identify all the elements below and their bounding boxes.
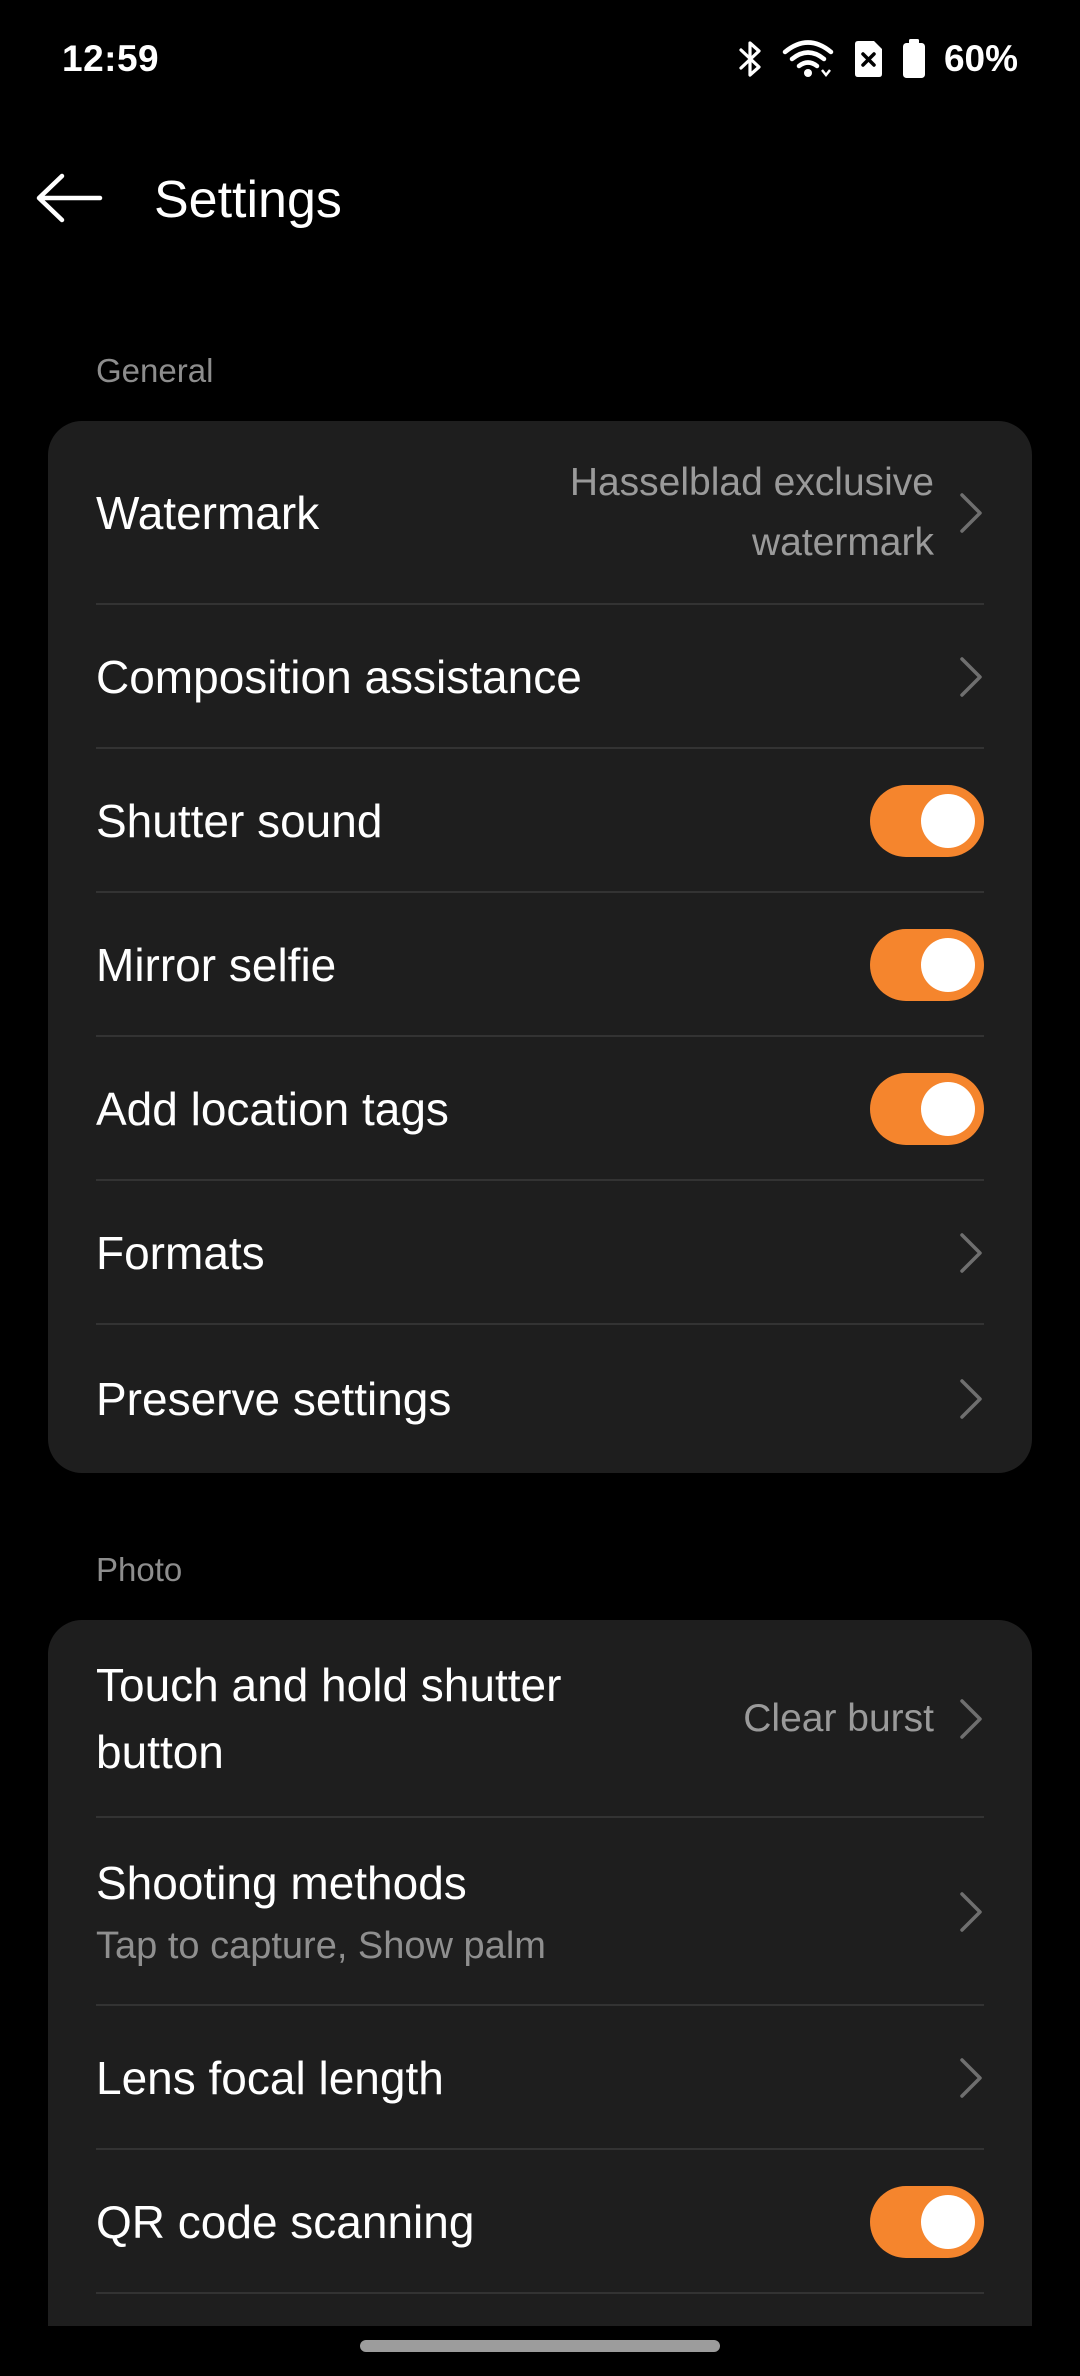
chevron-right-icon	[958, 1697, 984, 1741]
photo-settings-card: Touch and hold shutter button Clear burs…	[48, 1620, 1032, 2326]
setting-title: Touch and hold shutter button	[96, 1659, 562, 1778]
setting-watermark[interactable]: Watermark Hasselblad exclusive watermark	[48, 421, 1032, 605]
status-bar: 12:59 60%	[0, 0, 1080, 118]
toggle-knob	[921, 1082, 975, 1136]
setting-value: Clear burst	[743, 1696, 934, 1740]
mirror-selfie-toggle[interactable]	[870, 929, 984, 1001]
page-title: Settings	[154, 171, 342, 229]
chevron-right-icon	[958, 655, 984, 699]
toggle-knob	[921, 794, 975, 848]
setting-value: Hasselblad exclusive watermark	[569, 460, 934, 564]
setting-title: Preserve settings	[96, 1372, 452, 1425]
wifi-icon	[782, 39, 834, 79]
status-icons: 60%	[738, 38, 1018, 80]
general-settings-card: Watermark Hasselblad exclusive watermark…	[48, 421, 1032, 1473]
setting-title: Mirror selfie	[96, 938, 337, 991]
setting-title: Shutter sound	[96, 794, 383, 847]
setting-formats[interactable]: Formats	[48, 1181, 1032, 1325]
back-button[interactable]	[34, 150, 154, 250]
setting-title: QR code scanning	[96, 2195, 475, 2248]
setting-lens-focal-length[interactable]: Lens focal length	[48, 2006, 1032, 2150]
qr-scanning-toggle[interactable]	[870, 2186, 984, 2258]
status-time: 12:59	[62, 38, 160, 79]
toggle-knob	[921, 2195, 975, 2249]
section-label-general: General	[96, 352, 214, 389]
chevron-right-icon	[958, 1890, 984, 1934]
battery-icon	[902, 39, 926, 79]
setting-title: Composition assistance	[96, 650, 582, 703]
location-tags-toggle[interactable]	[870, 1073, 984, 1145]
setting-title: Watermark	[96, 486, 320, 539]
battery-percentage: 60%	[943, 38, 1018, 79]
chevron-right-icon	[958, 1231, 984, 1275]
camera-settings-screen: 12:59 60% Settings General Watermark Has…	[0, 0, 1080, 2376]
setting-shooting-methods[interactable]: Shooting methods Tap to capture, Show pa…	[48, 1818, 1032, 2006]
setting-qr-code-scanning: QR code scanning	[48, 2150, 1032, 2294]
arrow-left-icon	[34, 170, 104, 231]
setting-title: Formats	[96, 1226, 265, 1279]
setting-shutter-sound: Shutter sound	[48, 749, 1032, 893]
app-bar: Settings	[0, 150, 1080, 250]
setting-title: Add location tags	[96, 1082, 449, 1135]
bluetooth-icon	[738, 39, 764, 79]
section-label-photo: Photo	[96, 1551, 183, 1588]
toggle-knob	[921, 938, 975, 992]
setting-composition-assistance[interactable]: Composition assistance	[48, 605, 1032, 749]
chevron-right-icon	[958, 491, 984, 535]
setting-title: Lens focal length	[96, 2051, 444, 2104]
setting-subtitle: Tap to capture, Show palm	[96, 1924, 546, 1967]
setting-touch-hold-shutter[interactable]: Touch and hold shutter button Clear burs…	[48, 1620, 1032, 1818]
home-indicator[interactable]	[360, 2340, 720, 2352]
setting-mirror-selfie: Mirror selfie	[48, 893, 1032, 1037]
no-sim-icon	[852, 40, 884, 78]
shutter-sound-toggle[interactable]	[870, 785, 984, 857]
setting-add-location-tags: Add location tags	[48, 1037, 1032, 1181]
setting-preserve-settings[interactable]: Preserve settings	[48, 1325, 1032, 1473]
chevron-right-icon	[958, 1377, 984, 1421]
setting-title: Shooting methods	[96, 1857, 467, 1910]
chevron-right-icon	[958, 2056, 984, 2100]
